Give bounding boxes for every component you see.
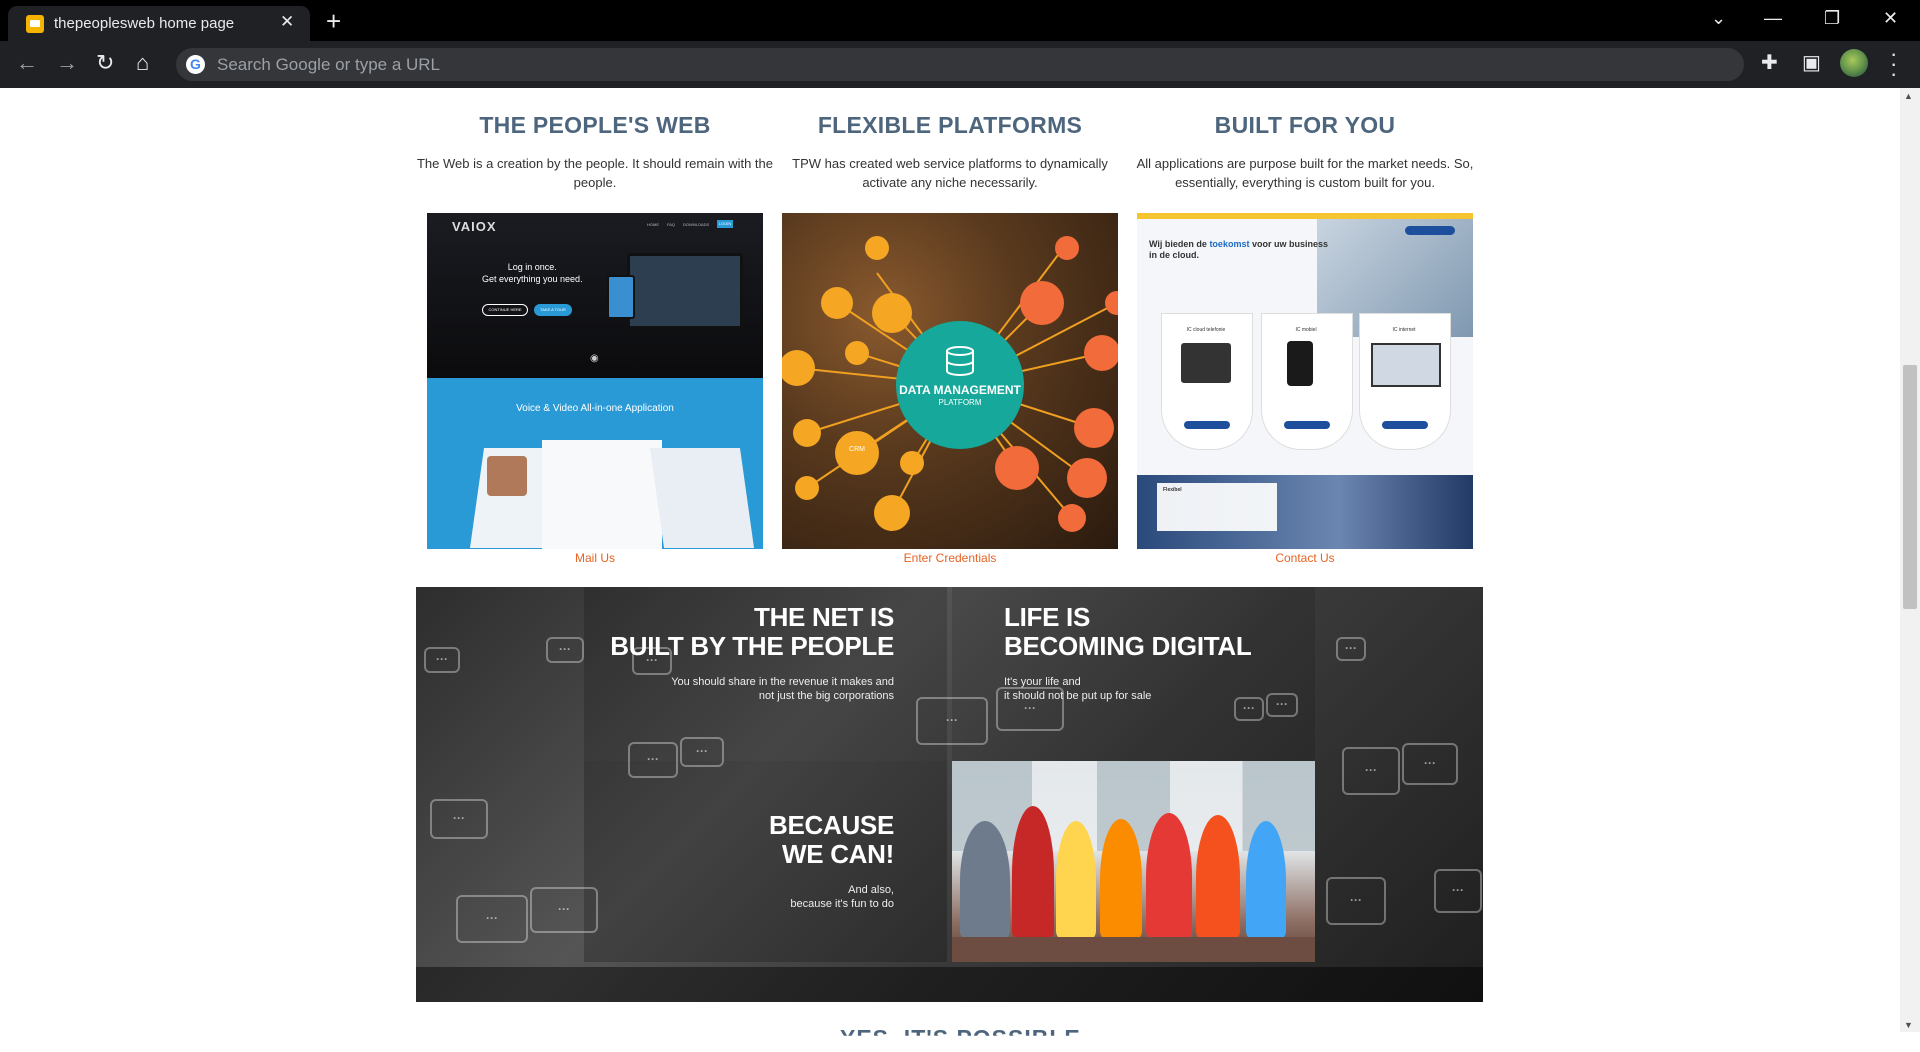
browser-menu-icon[interactable]: · · · <box>1890 43 1897 85</box>
feature-description: TPW has created web service platforms to… <box>792 156 1108 190</box>
data-network-graphic <box>782 236 1118 532</box>
reload-icon[interactable]: ↻ <box>96 52 114 74</box>
data-management-title: DATA MANAGEMENT <box>899 383 1021 397</box>
home-icon[interactable]: ⌂ <box>136 52 149 74</box>
monitor-image <box>1371 343 1441 387</box>
vaiox-nav-downloads: DOWNLOADS <box>683 222 710 227</box>
feature-title: FLEXIBLE PLATFORMS <box>817 112 1083 138</box>
profile-avatar[interactable] <box>1840 49 1868 77</box>
app-screen-center <box>542 440 662 549</box>
card-button <box>1382 421 1428 429</box>
feature-description: The Web is a creation by the people. It … <box>416 156 773 190</box>
card-title: IC cloud telefonie <box>1186 327 1226 333</box>
vaiox-app-section: Voice & Video All-in-one Application <box>427 378 763 549</box>
vaiox-hero: VAIOX HOME FAQ DOWNLOADS LOGIN Log in on… <box>427 213 763 378</box>
tab-strip: thepeoplesweb home page ✕ + ⌄ — ❐ ✕ <box>0 0 1920 41</box>
side-panel-icon[interactable]: ▣ <box>1802 52 1821 74</box>
chat-bubble-icon: ··· <box>546 637 584 663</box>
banner-title-net: THE NET IS BUILT BY THE PEOPLE <box>610 602 894 661</box>
google-g-icon: G <box>186 55 205 74</box>
contact-us-link[interactable]: Contact Us <box>1125 551 1485 565</box>
scroll-up-arrow-icon[interactable]: ▲ <box>1904 91 1913 101</box>
browser-toolbar: ← → ↻ ⌂ G Search Google or type a URL ✚ … <box>0 41 1920 88</box>
chat-bubble-icon: ··· <box>1342 747 1400 795</box>
card-button <box>1184 421 1230 429</box>
flexibel-label: Flexibel <box>1163 487 1182 493</box>
card-title: IC mobiel <box>1295 327 1317 333</box>
feature-title: THE PEOPLE'S WEB <box>479 112 711 138</box>
scrollbar-thumb[interactable] <box>1903 365 1917 609</box>
phone-mockup <box>607 275 635 319</box>
close-window-button[interactable]: ✕ <box>1883 7 1898 29</box>
forward-arrow-icon[interactable]: → <box>56 52 78 74</box>
desk-phone-image <box>1181 343 1231 383</box>
back-arrow-icon[interactable]: ← <box>16 52 38 74</box>
tab-search-dropdown-icon[interactable]: ⌄ <box>1711 7 1726 29</box>
laptop-mockup <box>627 253 743 329</box>
banner-title-life: LIFE IS BECOMING DIGITAL <box>1004 602 1252 661</box>
browser-tab[interactable]: thepeoplesweb home page ✕ <box>8 6 310 41</box>
banner-sub-net: You should share in the revenue it makes… <box>671 676 894 702</box>
restore-button[interactable]: ❐ <box>1824 7 1840 29</box>
feature-description: All applications are purpose built for t… <box>1136 156 1474 190</box>
new-tab-button[interactable]: + <box>326 8 341 34</box>
people-with-devices-photo <box>952 761 1315 962</box>
chat-bubble-icon: ··· <box>1402 743 1458 785</box>
chat-bubble-icon: ··· <box>680 737 724 767</box>
data-management-thumbnail[interactable]: DATA MANAGEMENT PLATFORM CRM <box>782 213 1118 549</box>
video-call-face <box>487 456 527 496</box>
banner-sub-life: It's your life and it should not be put … <box>1004 676 1152 702</box>
crm-node-label: CRM <box>849 446 865 453</box>
minimize-button[interactable]: — <box>1764 7 1782 29</box>
chat-bubble-icon: ··· <box>628 742 678 778</box>
enter-credentials-link[interactable]: Enter Credentials <box>770 551 1130 565</box>
extensions-puzzle-icon[interactable]: ✚ <box>1761 52 1778 74</box>
hero-headline: Wij bieden de toekomst voor uw business … <box>1149 239 1328 260</box>
scroll-down-arrow-icon[interactable]: ▼ <box>1904 1020 1913 1030</box>
chat-bubble-icon: ··· <box>456 895 528 943</box>
data-management-subtitle: PLATFORM <box>938 398 982 407</box>
tab-close-icon[interactable]: ✕ <box>280 12 294 32</box>
chat-bubble-icon: ··· <box>430 799 488 839</box>
flexibel-box: Flexibel <box>1157 483 1277 531</box>
chat-bubble-icon: ··· <box>1326 877 1386 925</box>
feature-title: BUILT FOR YOU <box>1214 112 1396 138</box>
banner-title-because: BECAUSE WE CAN! <box>768 810 894 869</box>
address-bar[interactable]: G Search Google or type a URL <box>176 48 1744 81</box>
vaiox-nav-faq: FAQ <box>667 222 676 227</box>
vaiox-screenshot-thumbnail[interactable]: VAIOX HOME FAQ DOWNLOADS LOGIN Log in on… <box>427 213 763 549</box>
banner-sub-because: And also, because it's fun to do <box>790 884 894 910</box>
manifesto-banner: ··· ··· ··· ··· ··· ··· ··· ··· ··· ··· … <box>416 587 1483 1002</box>
tab-title: thepeoplesweb home page <box>54 15 235 32</box>
web-page: THE PEOPLE'S WEB The Web is a creation b… <box>0 88 1900 1032</box>
cloud-business-thumbnail[interactable]: Wij bieden de toekomst voor uw business … <box>1137 213 1473 549</box>
card-title: IC internet <box>1392 327 1416 333</box>
hero-cta-button <box>1405 226 1455 235</box>
carousel-dot-icon: ◉ <box>590 353 599 364</box>
cafe-table <box>952 937 1315 962</box>
chat-bubble-icon: ··· <box>1336 637 1366 661</box>
card-button <box>1284 421 1330 429</box>
vaiox-nav-home: HOME <box>647 222 659 227</box>
vaiox-headline: Log in once. Get everything you need. <box>482 262 583 284</box>
address-bar-placeholder: Search Google or type a URL <box>217 55 441 74</box>
mobile-phone-image <box>1287 341 1313 386</box>
vaiox-logo: VAIOX <box>452 219 497 234</box>
chat-bubble-icon: ··· <box>1434 869 1482 913</box>
chat-bubble-icon: ··· <box>424 647 460 673</box>
vaiox-continue-button: CONTINUE HERE <box>482 304 528 316</box>
vaiox-nav-login: LOGIN <box>717 220 733 228</box>
vaiox-tour-button: TAKE A TOUR <box>534 304 572 316</box>
site-favicon-icon <box>26 15 44 33</box>
mail-us-link[interactable]: Mail Us <box>415 551 775 565</box>
vaiox-section-title: Voice & Video All-in-one Application <box>516 403 674 414</box>
chat-bubble-icon: ··· <box>916 697 988 745</box>
possible-heading: YES, IT'S POSSIBLE <box>840 1025 1081 1051</box>
app-screen-right <box>649 448 755 548</box>
